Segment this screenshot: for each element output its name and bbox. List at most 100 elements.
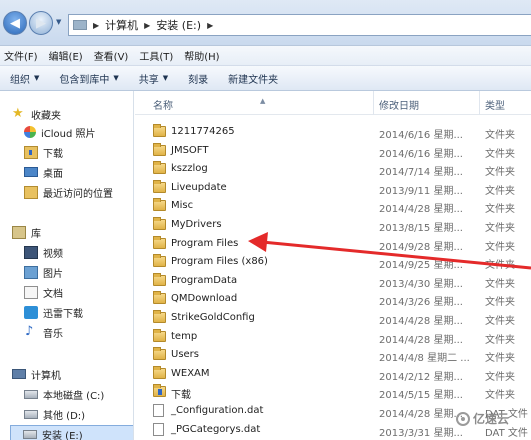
sidebar-item-drive-d[interactable]: 其他 (D:) <box>24 405 85 423</box>
file-modified-date: 2013/9/11 星期... <box>379 185 463 197</box>
sidebar-computer[interactable]: 计算机 <box>12 365 61 383</box>
menu-view[interactable]: 查看(V) <box>94 48 129 63</box>
file-type: 文件夹 <box>485 185 515 197</box>
file-modified-date: 2014/4/28 星期... <box>379 334 463 346</box>
file-row[interactable]: Program Files 2014/9/28 星期... 文件夹 <box>135 235 531 253</box>
file-row[interactable]: 1211774265 2014/6/16 星期... 文件夹 <box>135 123 531 141</box>
sidebar-libraries[interactable]: 库 <box>12 223 41 241</box>
file-row[interactable]: kszzlog 2014/7/14 星期... 文件夹 <box>135 160 531 178</box>
file-modified-date: 2014/2/12 星期... <box>379 371 463 383</box>
sidebar-libraries-label: 库 <box>31 228 41 240</box>
file-type: 文件夹 <box>485 371 515 383</box>
folder-icon <box>153 291 166 305</box>
column-header-type[interactable]: 类型 <box>485 97 505 112</box>
hard-drive-icon <box>24 389 38 399</box>
file-type: 文件夹 <box>485 353 515 365</box>
folder-icon <box>153 310 166 323</box>
sidebar-favorites[interactable]: 收藏夹 <box>12 105 61 123</box>
file-icon <box>153 422 164 436</box>
sidebar-item-label: 最近访问的位置 <box>43 188 113 200</box>
sidebar-item-icloud[interactable]: iCloud 照片 <box>24 123 96 141</box>
folder-icon <box>153 217 166 230</box>
column-header-name[interactable]: 名称 <box>153 97 173 112</box>
sidebar-item-drive-e[interactable]: 安装 (E:) <box>10 425 133 440</box>
include-in-library-button[interactable]: 包含到库中 ▼ <box>59 71 118 86</box>
folder-icon <box>153 272 166 286</box>
recent-pages-dropdown[interactable]: ▼ <box>56 18 64 26</box>
breadcrumb-drive-e[interactable]: 安装 (E:) <box>156 17 201 33</box>
caret-down-icon: ▼ <box>162 74 169 82</box>
file-row[interactable]: Program Files (x86) 2014/9/25 星期... 文件夹 <box>135 253 531 271</box>
forward-button[interactable]: ▶ <box>29 11 53 35</box>
sidebar-item-label: 图片 <box>43 268 63 280</box>
file-row[interactable]: WEXAM 2014/2/12 星期... 文件夹 <box>135 365 531 383</box>
column-divider[interactable] <box>479 91 480 115</box>
file-row[interactable]: Users 2014/4/8 星期二 ... 文件夹 <box>135 346 531 364</box>
share-button[interactable]: 共享 ▼ <box>139 71 168 86</box>
file-row[interactable]: MyDrivers 2013/8/15 星期... 文件夹 <box>135 216 531 234</box>
sidebar-item-documents[interactable]: 文档 <box>24 283 63 301</box>
new-folder-button[interactable]: 新建文件夹 <box>228 71 278 86</box>
sidebar-item-downloads[interactable]: 下载 <box>24 143 63 161</box>
location-icon <box>73 20 87 30</box>
file-row[interactable]: temp 2014/4/28 星期... 文件夹 <box>135 328 531 346</box>
file-name: WEXAM <box>171 367 210 379</box>
folder-icon <box>153 142 166 156</box>
file-row[interactable]: 下载 2014/5/15 星期... 文件夹 <box>135 383 531 401</box>
sidebar-computer-label: 计算机 <box>31 370 61 382</box>
menu-edit[interactable]: 编辑(E) <box>49 48 83 63</box>
file-modified-date: 2013/8/15 星期... <box>379 223 463 234</box>
file-modified-date: 2014/4/8 星期二 ... <box>379 353 470 365</box>
address-input[interactable]: ▶ 计算机 ▶ 安装 (E:) ▶ <box>68 14 531 36</box>
file-row[interactable]: JMSOFT 2014/6/16 星期... 文件夹 <box>135 142 531 160</box>
file-icon <box>153 404 164 417</box>
menu-file[interactable]: 文件(F) <box>4 48 38 63</box>
folder-icon <box>153 254 166 268</box>
caret-down-icon: ▼ <box>34 74 40 82</box>
column-divider[interactable] <box>373 91 374 115</box>
watermark-text: 亿速云 <box>473 412 510 426</box>
file-modified-date: 2014/5/15 星期... <box>379 390 463 402</box>
sidebar-item-xunlei[interactable]: 迅雷下载 <box>24 303 83 321</box>
chevron-right-icon[interactable]: ▶ <box>93 21 99 30</box>
sidebar-item-desktop[interactable]: 桌面 <box>24 163 63 181</box>
file-row[interactable]: Liveupdate 2013/9/11 星期... 文件夹 <box>135 179 531 197</box>
sidebar-item-recent[interactable]: 最近访问的位置 <box>24 183 113 201</box>
file-row[interactable]: ProgramData 2013/4/30 星期... 文件夹 <box>135 272 531 290</box>
folder-icon <box>153 328 166 342</box>
file-row[interactable]: Misc 2014/4/28 星期... 文件夹 <box>135 197 531 215</box>
file-name: StrikeGoldConfig <box>171 312 255 323</box>
file-modified-date: 2013/3/31 星期... <box>379 427 463 439</box>
sidebar-item-drive-c[interactable]: 本地磁盘 (C:) <box>24 385 104 403</box>
file-name: MyDrivers <box>171 219 222 230</box>
file-row[interactable]: QMDownload 2014/3/26 星期... 文件夹 <box>135 290 531 308</box>
menu-help[interactable]: 帮助(H) <box>184 48 219 63</box>
file-modified-date: 2013/4/30 星期... <box>379 278 463 290</box>
sidebar-item-label: 迅雷下载 <box>43 308 83 320</box>
column-header-modified[interactable]: 修改日期 <box>379 97 419 112</box>
file-row[interactable]: StrikeGoldConfig 2014/4/28 星期... 文件夹 <box>135 309 531 327</box>
navigation-pane: 收藏夹 iCloud 照片 下载 桌面 最近访问的位置 库 视频 图片 文档 迅… <box>0 91 134 440</box>
command-bar: 组织 ▼ 包含到库中 ▼ 共享 ▼ 刻录 新建文件夹 <box>0 66 531 91</box>
download-folder-icon <box>24 145 38 159</box>
menu-bar: 文件(F) 编辑(E) 查看(V) 工具(T) 帮助(H) <box>0 46 531 66</box>
breadcrumb-computer[interactable]: 计算机 <box>105 17 138 33</box>
file-type: 文件夹 <box>485 167 515 179</box>
organize-button[interactable]: 组织 ▼ <box>10 71 39 86</box>
back-button[interactable]: ◀ <box>3 11 27 35</box>
chevron-right-icon[interactable]: ▶ <box>207 21 213 30</box>
file-type: 文件夹 <box>485 278 515 290</box>
column-headers: ▲ 名称 修改日期 类型 <box>135 91 531 115</box>
file-name: JMSOFT <box>171 144 209 156</box>
file-list: ▲ 名称 修改日期 类型 1211774265 2014/6/16 星期... 文件… <box>135 91 531 440</box>
chevron-right-icon[interactable]: ▶ <box>144 21 150 30</box>
burn-label: 刻录 <box>188 74 209 86</box>
menu-tools[interactable]: 工具(T) <box>139 48 173 63</box>
sidebar-item-pictures[interactable]: 图片 <box>24 263 63 281</box>
sidebar-item-label: 文档 <box>43 288 63 300</box>
file-name: temp <box>171 330 198 342</box>
sidebar-item-videos[interactable]: 视频 <box>24 243 63 261</box>
sidebar-item-music[interactable]: 音乐 <box>24 323 63 341</box>
burn-button[interactable]: 刻录 <box>188 71 208 86</box>
arrow-left-icon: ◀ <box>10 15 20 31</box>
